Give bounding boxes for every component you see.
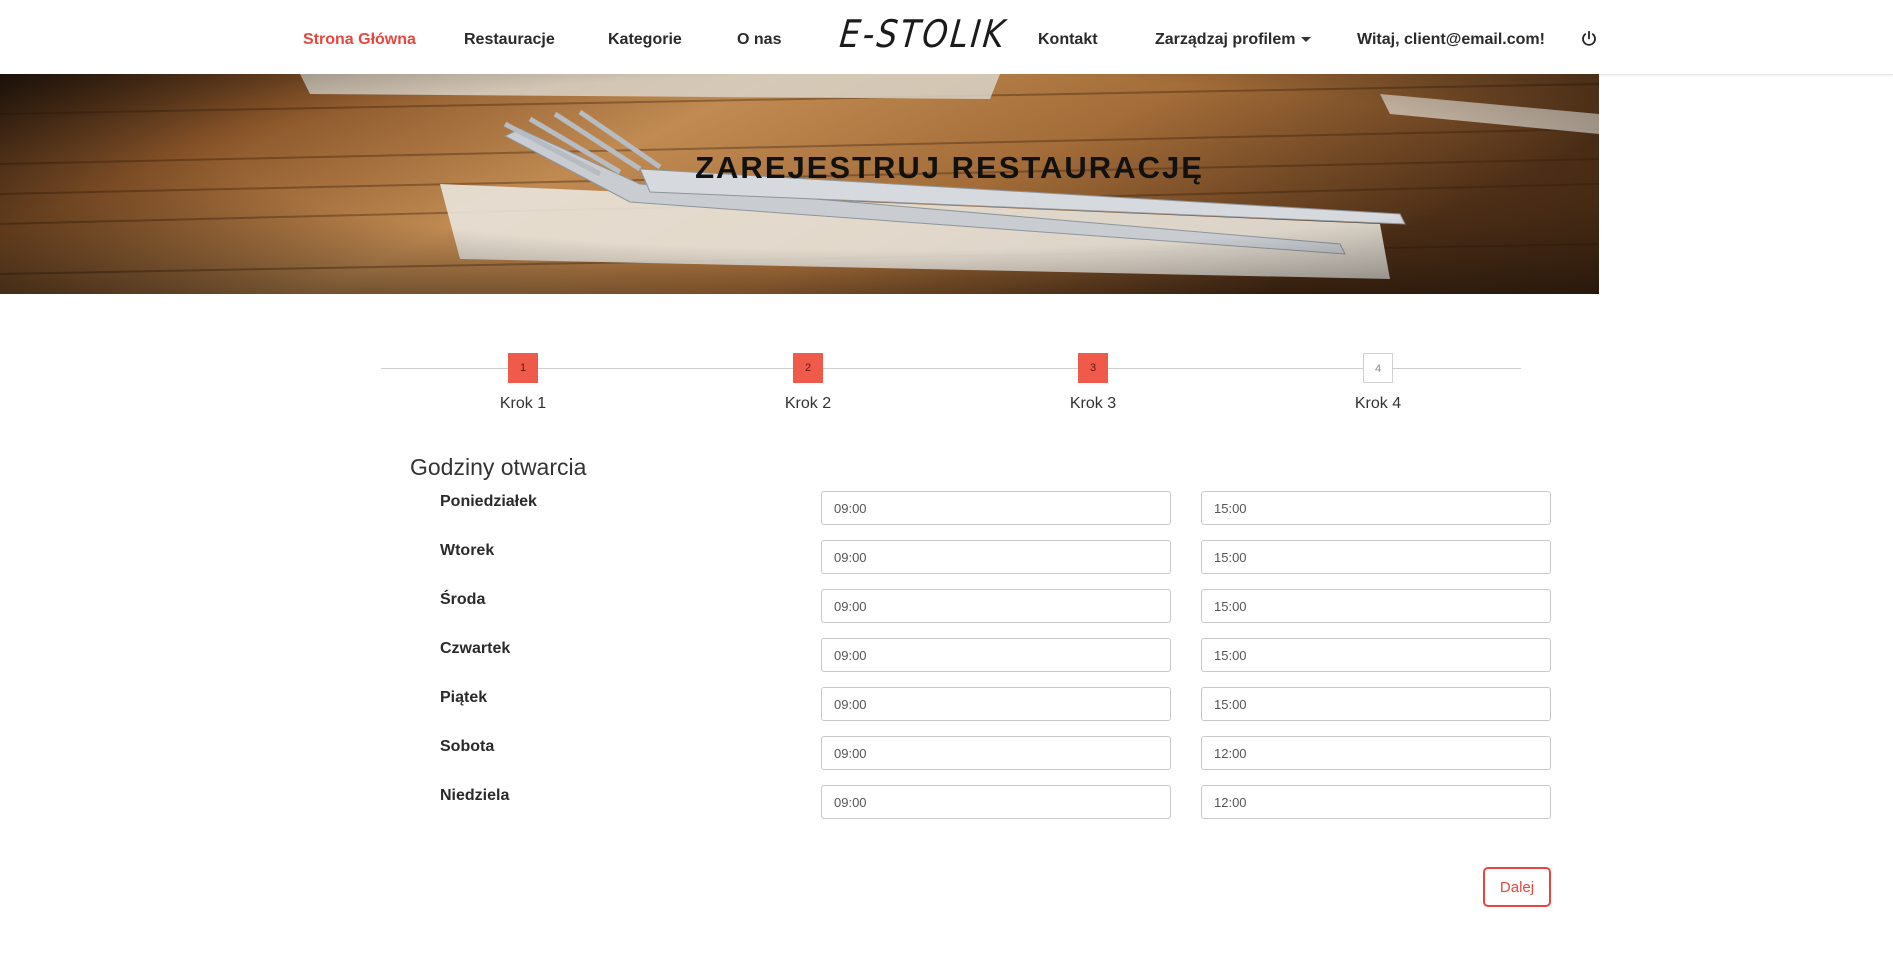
step-4-label: Krok 4 bbox=[1354, 395, 1402, 412]
saturday-close-input[interactable] bbox=[1201, 736, 1551, 770]
day-label-friday: Piątek bbox=[440, 689, 488, 706]
hero-banner: ZAREJESTRUJ RESTAURACJĘ bbox=[0, 74, 1599, 294]
thursday-open-input[interactable] bbox=[821, 638, 1171, 672]
step-1-label: Krok 1 bbox=[499, 395, 547, 412]
step-2-marker[interactable]: 2 bbox=[793, 353, 823, 383]
day-label-saturday: Sobota bbox=[440, 738, 495, 755]
caret-down-icon bbox=[1301, 37, 1312, 43]
day-label-wednesday: Środa bbox=[440, 591, 486, 608]
tuesday-close-input[interactable] bbox=[1201, 540, 1551, 574]
nav-greeting: Witaj, client@email.com! bbox=[1357, 31, 1545, 48]
day-label-monday: Poniedziałek bbox=[440, 493, 537, 510]
wednesday-close-input[interactable] bbox=[1201, 589, 1551, 623]
friday-open-input[interactable] bbox=[821, 687, 1171, 721]
stepper-line bbox=[381, 368, 1521, 369]
nav-home-link[interactable]: Strona Główna bbox=[303, 31, 416, 49]
sunday-open-input[interactable] bbox=[821, 785, 1171, 819]
step-1-marker[interactable]: 1 bbox=[508, 353, 538, 383]
site-logo[interactable]: E-STOLIK bbox=[838, 12, 1009, 56]
nav-contact-link[interactable]: Kontakt bbox=[1038, 31, 1098, 49]
nav-categories-link[interactable]: Kategorie bbox=[608, 31, 682, 49]
thursday-close-input[interactable] bbox=[1201, 638, 1551, 672]
next-button[interactable]: Dalej bbox=[1483, 867, 1551, 907]
section-title: Godziny otwarcia bbox=[410, 454, 587, 480]
tuesday-open-input[interactable] bbox=[821, 540, 1171, 574]
nav-about-link[interactable]: O nas bbox=[737, 31, 781, 49]
wednesday-open-input[interactable] bbox=[821, 589, 1171, 623]
page-title: ZAREJESTRUJ RESTAURACJĘ bbox=[695, 150, 1204, 185]
sunday-close-input[interactable] bbox=[1201, 785, 1551, 819]
monday-open-input[interactable] bbox=[821, 491, 1171, 525]
friday-close-input[interactable] bbox=[1201, 687, 1551, 721]
day-label-tuesday: Wtorek bbox=[440, 542, 495, 559]
power-icon[interactable] bbox=[1580, 30, 1598, 48]
step-2-label: Krok 2 bbox=[784, 395, 832, 412]
top-navbar: Strona Główna Restauracje Kategorie O na… bbox=[0, 0, 1893, 75]
monday-close-input[interactable] bbox=[1201, 491, 1551, 525]
nav-profile-dropdown[interactable]: Zarządzaj profilem bbox=[1155, 31, 1312, 49]
step-3-marker[interactable]: 3 bbox=[1078, 353, 1108, 383]
day-label-thursday: Czwartek bbox=[440, 640, 511, 657]
step-4-marker[interactable]: 4 bbox=[1363, 353, 1393, 383]
nav-restaurants-link[interactable]: Restauracje bbox=[464, 31, 555, 49]
saturday-open-input[interactable] bbox=[821, 736, 1171, 770]
nav-profile-label: Zarządzaj profilem bbox=[1155, 31, 1296, 48]
day-label-sunday: Niedziela bbox=[440, 787, 510, 804]
step-3-label: Krok 3 bbox=[1069, 395, 1117, 412]
